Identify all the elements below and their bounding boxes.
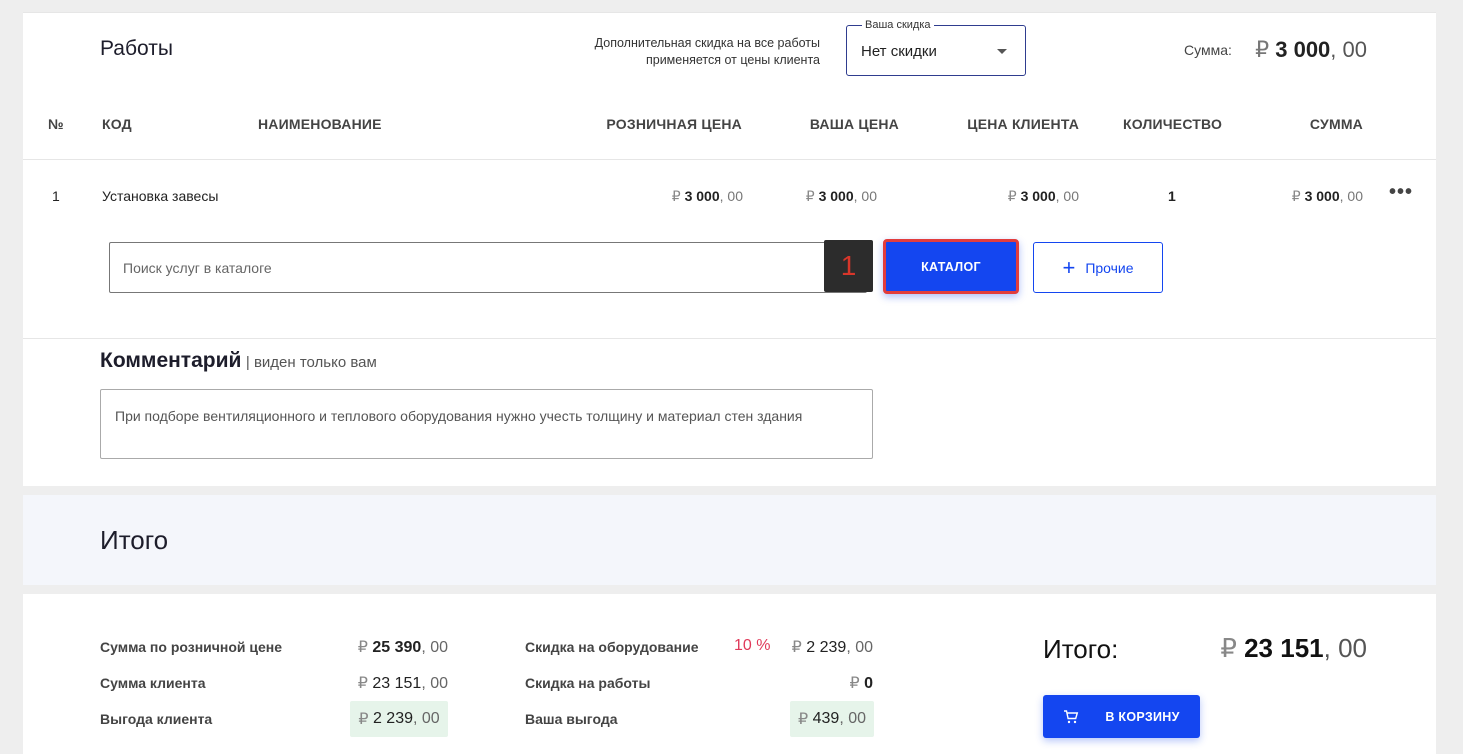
equip-discount-label: Скидка на оборудование (525, 639, 699, 655)
equip-discount-value: ₽ 2 239, 00 (791, 639, 873, 656)
add-to-cart-button[interactable]: В КОРЗИНУ (1043, 695, 1200, 738)
col-sum: СУММА (1309, 116, 1363, 132)
comment-textarea[interactable]: При подборе вентиляционного и теплового … (100, 389, 873, 459)
row-client-price: ₽ 3 000, 00 (1007, 188, 1079, 204)
discount-hint: Дополнительная скидка на все работы прим… (503, 35, 820, 69)
row-quantity: 1 (1168, 188, 1176, 204)
col-code: КОД (102, 116, 132, 132)
total-summary: Сумма по розничной цене ₽ 25 390, 00 Сум… (23, 594, 1436, 754)
row-sum: ₽ 3 000, 00 (1291, 188, 1363, 204)
client-sum-label: Сумма клиента (100, 675, 206, 691)
chevron-down-icon (997, 49, 1007, 54)
catalog-button[interactable]: КАТАЛОГ (883, 239, 1019, 294)
your-benefit-label: Ваша выгода (525, 711, 618, 727)
row-menu-icon[interactable]: ••• (1389, 181, 1413, 204)
plus-icon: + (1062, 254, 1076, 280)
catalog-search[interactable] (109, 242, 867, 293)
discount-hint-line1: Дополнительная скидка на все работы (594, 36, 820, 50)
works-discount-value: ₽ 0 (849, 675, 873, 692)
comment-title: Комментарий (100, 349, 242, 372)
other-button-label: Прочие (1085, 259, 1134, 276)
works-section: Работы Дополнительная скидка на все рабо… (23, 12, 1436, 338)
works-title: Работы (100, 37, 173, 60)
header-divider (23, 159, 1436, 160)
discount-select-legend: Ваша скидка (862, 19, 934, 31)
comment-subtitle: | виден только вам (245, 354, 377, 371)
retail-sum-label: Сумма по розничной цене (100, 639, 283, 655)
comment-section: Комментарий | виден только вам При подбо… (23, 338, 1436, 486)
comment-header: Комментарий | виден только вам (100, 349, 377, 373)
search-input[interactable] (110, 243, 866, 292)
col-quantity: КОЛИЧЕСТВО (1123, 116, 1223, 132)
discount-select-value: Нет скидки (861, 43, 937, 60)
col-client-price: ЦЕНА КЛИЕНТА (967, 116, 1079, 132)
total-header: Итого (23, 495, 1436, 585)
grand-total-label: Итого: (1043, 634, 1119, 664)
col-retail-price: РОЗНИЧНАЯ ЦЕНА (606, 116, 742, 132)
row-name: Установка завесы (102, 188, 219, 204)
row-your-price: ₽ 3 000, 00 (805, 188, 877, 204)
col-name: НАИМЕНОВАНИЕ (258, 116, 382, 132)
works-sum: ₽ 3 000, 00 (1255, 37, 1367, 62)
cart-button-label: В КОРЗИНУ (1105, 709, 1180, 724)
row-retail-price: ₽ 3 000, 00 (671, 188, 743, 204)
client-sum-value: ₽ 23 151, 00 (357, 675, 448, 692)
equip-discount-percent: 10 % (734, 637, 771, 654)
works-sum-label: Сумма: (1184, 42, 1232, 58)
grand-total-value: ₽ 23 151, 00 (1220, 633, 1367, 663)
your-benefit-value: ₽ 439, 00 (790, 701, 874, 737)
client-benefit-label: Выгода клиента (100, 711, 213, 727)
retail-sum-value: ₽ 25 390, 00 (357, 639, 448, 656)
total-title: Итого (100, 525, 169, 555)
other-button[interactable]: + Прочие (1033, 242, 1163, 293)
col-your-price: ВАША ЦЕНА (809, 116, 899, 132)
client-benefit-value: ₽ 2 239, 00 (350, 701, 448, 737)
discount-hint-line2: применяется от цены клиента (645, 53, 820, 67)
step-badge: 1 (824, 240, 873, 292)
discount-select[interactable]: Ваша скидка Нет скидки (846, 19, 1026, 76)
works-discount-label: Скидка на работы (525, 675, 651, 691)
row-num: 1 (52, 188, 60, 204)
cart-icon (1064, 709, 1079, 723)
col-num: № (48, 116, 64, 132)
